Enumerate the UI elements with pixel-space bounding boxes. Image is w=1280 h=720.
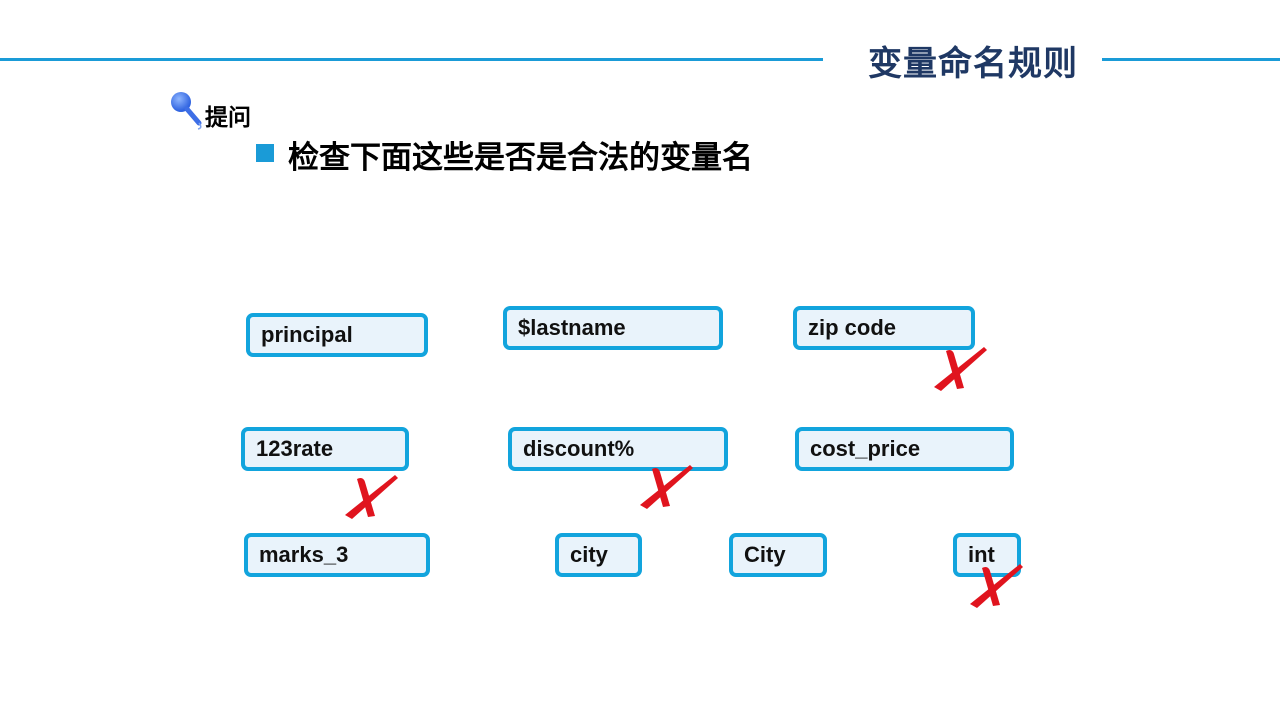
- variable-box-lastname: $lastname: [503, 306, 723, 350]
- variable-box-marks-3: marks_3: [244, 533, 430, 577]
- variable-box-city-upper: City: [729, 533, 827, 577]
- page-title: 变量命名规则: [868, 44, 1078, 84]
- variable-box-city-lower: city: [555, 533, 642, 577]
- cross-mark-icon: [345, 475, 398, 519]
- bullet-square: [256, 144, 274, 162]
- cross-mark-icon: [934, 347, 987, 391]
- header-line-right: [1102, 58, 1280, 61]
- cross-mark-icon: [970, 564, 1023, 608]
- header-line-left: [0, 58, 823, 61]
- variable-box-discount: discount%: [508, 427, 728, 471]
- variable-box-principal: principal: [246, 313, 428, 357]
- hint-label: 提问: [205, 105, 251, 131]
- variable-box-cost-price: cost_price: [795, 427, 1014, 471]
- question-text: 检查下面这些是否是合法的变量名: [288, 140, 753, 176]
- microphone-icon: [171, 92, 202, 130]
- cross-mark-icon: [640, 465, 693, 509]
- variable-box-123rate: 123rate: [241, 427, 409, 471]
